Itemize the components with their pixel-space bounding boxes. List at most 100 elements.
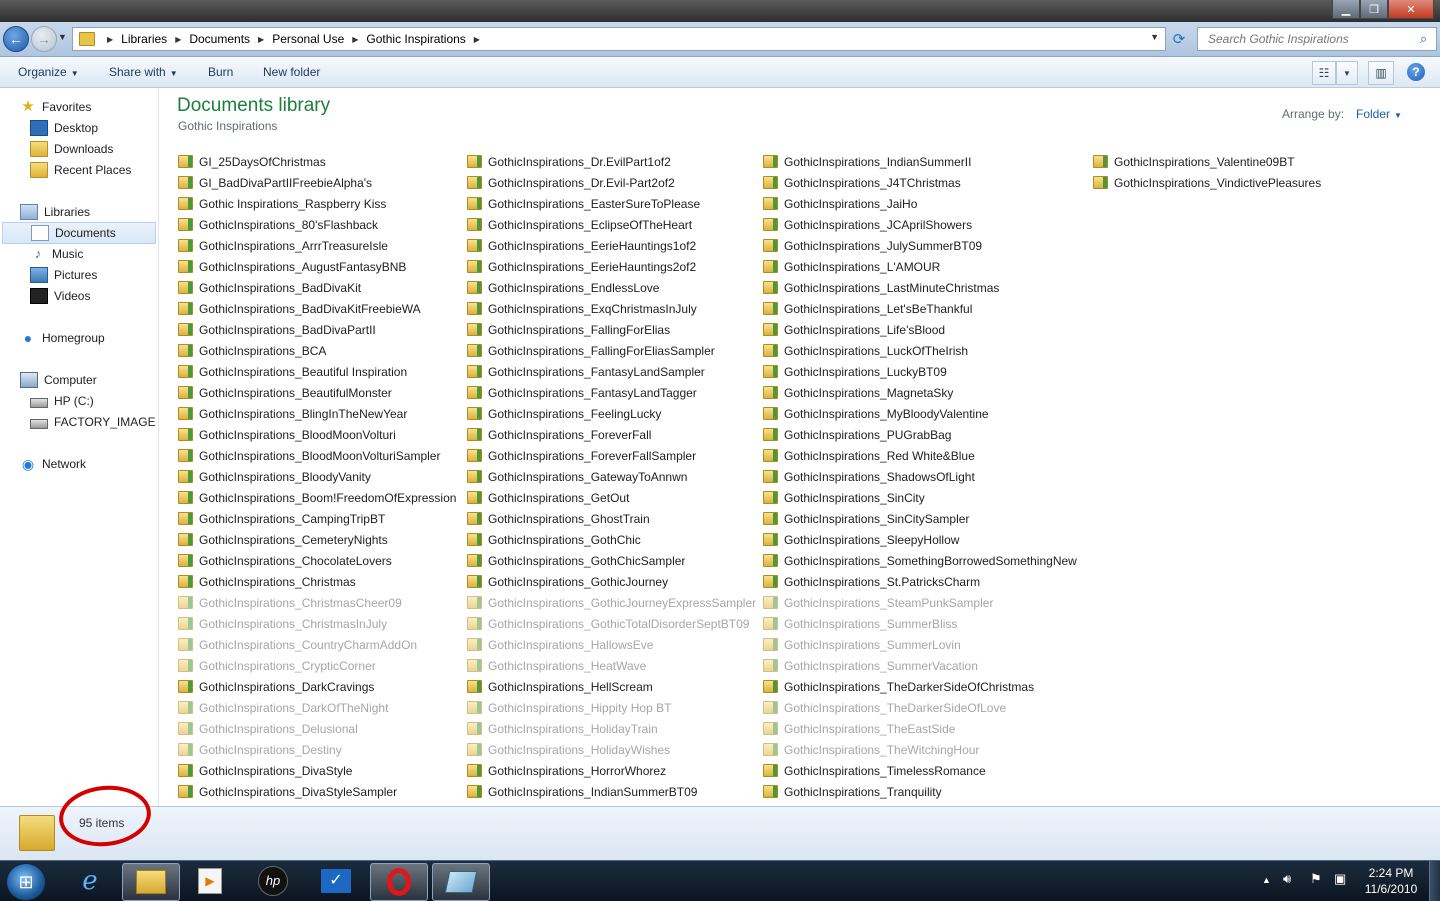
share-with-menu[interactable]: Share with ▼ (109, 65, 178, 79)
folder-item[interactable]: GothicInspirations_BadDivaPartII (178, 319, 456, 340)
nav-factory-image-drive[interactable]: FACTORY_IMAGE (D (30, 412, 172, 432)
breadcrumb-gothic-inspirations[interactable]: Gothic Inspirations (362, 32, 469, 46)
folder-item[interactable]: GothicInspirations_SummerBliss (763, 613, 1077, 634)
nav-libraries[interactable]: Libraries (20, 202, 90, 222)
folder-item[interactable]: GothicInspirations_CrypticCorner (178, 655, 456, 676)
folder-item[interactable]: GI_25DaysOfChristmas (178, 151, 456, 172)
folder-item[interactable]: GothicInspirations_GothicJourneyExpressS… (467, 592, 756, 613)
folder-item[interactable]: GothicInspirations_TimelessRomance (763, 760, 1077, 781)
volume-icon[interactable]: 🔊︎ (1283, 871, 1291, 887)
folder-item[interactable]: GothicInspirations_Life'sBlood (763, 319, 1077, 340)
folder-item[interactable]: GothicInspirations_Christmas (178, 571, 456, 592)
system-clock[interactable]: 2:24 PM 11/6/2010 (1360, 865, 1422, 897)
organize-menu[interactable]: Organize ▼ (18, 65, 79, 79)
folder-item[interactable]: GothicInspirations_80'sFlashback (178, 214, 456, 235)
folder-item[interactable]: GothicInspirations_BadDivaKit (178, 277, 456, 298)
folder-item[interactable]: GothicInspirations_EndlessLove (467, 277, 756, 298)
nav-recent-places[interactable]: Recent Places (30, 160, 131, 180)
start-button[interactable]: ⊞ (6, 863, 46, 901)
folder-item[interactable]: GothicInspirations_ChocolateLovers (178, 550, 456, 571)
burn-button[interactable]: Burn (208, 65, 233, 79)
folder-item[interactable]: GothicInspirations_ShadowsOfLight (763, 466, 1077, 487)
breadcrumb-personal-use[interactable]: Personal Use (268, 32, 348, 46)
folder-item[interactable]: GothicInspirations_BeautifulMonster (178, 382, 456, 403)
folder-item[interactable]: GothicInspirations_ChristmasCheer09 (178, 592, 456, 613)
view-options-dropdown[interactable]: ▼ (1336, 61, 1358, 85)
folder-item[interactable]: GothicInspirations_JaiHo (763, 193, 1077, 214)
folder-item[interactable]: GothicInspirations_ForeverFallSampler (467, 445, 756, 466)
nav-pictures[interactable]: Pictures (30, 265, 97, 285)
chevron-right-icon[interactable]: ▶ (171, 35, 185, 44)
folder-item[interactable]: GothicInspirations_HorrorWhorez (467, 760, 756, 781)
folder-item[interactable]: GothicInspirations_FantasyLandTagger (467, 382, 756, 403)
folder-item[interactable]: GothicInspirations_MyBloodyValentine (763, 403, 1077, 424)
folder-item[interactable]: GothicInspirations_HeatWave (467, 655, 756, 676)
folder-item[interactable]: GothicInspirations_Valentine09BT (1093, 151, 1321, 172)
folder-item[interactable]: GothicInspirations_FantasyLandSampler (467, 361, 756, 382)
nav-homegroup[interactable]: ● Homegroup (20, 328, 105, 348)
folder-item[interactable]: GothicInspirations_J4TChristmas (763, 172, 1077, 193)
internet-explorer-icon[interactable]: e (62, 863, 118, 899)
folder-item[interactable]: GothicInspirations_ForeverFall (467, 424, 756, 445)
folder-item[interactable]: GothicInspirations_FallingForEliasSample… (467, 340, 756, 361)
folder-item[interactable]: GothicInspirations_Dr.EvilPart1of2 (467, 151, 756, 172)
change-view-icon[interactable]: ☷ (1312, 61, 1336, 85)
folder-item[interactable]: GothicInspirations_FallingForElias (467, 319, 756, 340)
chevron-right-icon[interactable]: ▶ (470, 35, 484, 44)
refresh-icon[interactable]: ⟳ (1168, 28, 1190, 50)
folder-item[interactable]: GothicInspirations_JulySummerBT09 (763, 235, 1077, 256)
back-button[interactable]: ← (3, 26, 29, 52)
folder-item[interactable]: GothicInspirations_PUGrabBag (763, 424, 1077, 445)
folder-item[interactable]: GothicInspirations_Tranquility (763, 781, 1077, 802)
folder-item[interactable]: GothicInspirations_CountryCharmAddOn (178, 634, 456, 655)
folder-item[interactable]: GothicInspirations_LuckOfTheIrish (763, 340, 1077, 361)
folder-item[interactable]: GothicInspirations_HallowsEve (467, 634, 756, 655)
folder-item[interactable]: GothicInspirations_St.PatricksCharm (763, 571, 1077, 592)
folder-item[interactable]: GothicInspirations_GothChicSampler (467, 550, 756, 571)
folder-item[interactable]: GothicInspirations_HolidayWishes (467, 739, 756, 760)
windows-explorer-icon[interactable] (122, 863, 180, 901)
folder-item[interactable]: GothicInspirations_BloodMoonVolturiSampl… (178, 445, 456, 466)
nav-computer[interactable]: Computer (20, 370, 97, 390)
folder-item[interactable]: GothicInspirations_LastMinuteChristmas (763, 277, 1077, 298)
recent-pages-dropdown[interactable]: ▼ (58, 32, 67, 42)
folder-item[interactable]: GothicInspirations_ArrrTreasureIsle (178, 235, 456, 256)
folder-item[interactable]: GothicInspirations_ChristmasInJuly (178, 613, 456, 634)
show-hidden-icons-icon[interactable]: ▲ (1262, 875, 1271, 885)
folder-item[interactable]: GothicInspirations_GatewayToAnnwn (467, 466, 756, 487)
folder-item[interactable]: GothicInspirations_SummerLovin (763, 634, 1077, 655)
folder-item[interactable]: GothicInspirations_TheEastSide (763, 718, 1077, 739)
forward-button[interactable]: → (31, 26, 57, 52)
folder-item[interactable]: GothicInspirations_LuckyBT09 (763, 361, 1077, 382)
search-icon[interactable]: ⌕ (1420, 31, 1427, 47)
address-history-dropdown[interactable]: ▼ (1150, 32, 1159, 42)
maximize-button[interactable]: ❐ (1360, 0, 1388, 19)
folder-item[interactable]: GothicInspirations_BloodyVanity (178, 466, 456, 487)
preview-pane-icon[interactable]: ▥ (1368, 61, 1394, 85)
folder-item[interactable]: GothicInspirations_SomethingBorrowedSome… (763, 550, 1077, 571)
nav-desktop[interactable]: Desktop (30, 118, 98, 138)
folder-item[interactable]: GothicInspirations_BadDivaKitFreebieWA (178, 298, 456, 319)
folder-item[interactable]: GothicInspirations_BlingInTheNewYear (178, 403, 456, 424)
breadcrumb-libraries[interactable]: Libraries (117, 32, 171, 46)
chevron-right-icon[interactable]: ▶ (103, 35, 117, 44)
breadcrumb-documents[interactable]: Documents (185, 32, 254, 46)
folder-item[interactable]: GothicInspirations_IndianSummerBT09 (467, 781, 756, 802)
search-box[interactable]: ⌕ (1197, 27, 1437, 51)
folder-item[interactable]: GothicInspirations_HellScream (467, 676, 756, 697)
folder-item[interactable]: GothicInspirations_FeelingLucky (467, 403, 756, 424)
folder-item[interactable]: GothicInspirations_Let'sBeThankful (763, 298, 1077, 319)
arrange-by-dropdown[interactable]: Folder ▼ (1356, 107, 1402, 121)
folder-item[interactable]: GothicInspirations_Red White&Blue (763, 445, 1077, 466)
folder-item[interactable]: GothicInspirations_ExqChristmasInJuly (467, 298, 756, 319)
folder-item[interactable]: GothicInspirations_BCA (178, 340, 456, 361)
folder-item[interactable]: GothicInspirations_Destiny (178, 739, 456, 760)
folder-item[interactable]: GothicInspirations_TheDarkerSideOfChrist… (763, 676, 1077, 697)
show-desktop-button[interactable] (1429, 861, 1440, 901)
folder-item[interactable]: GothicInspirations_EerieHauntings2of2 (467, 256, 756, 277)
folder-item[interactable]: GothicInspirations_GetOut (467, 487, 756, 508)
folder-item[interactable]: GothicInspirations_TheWitchingHour (763, 739, 1077, 760)
folder-item[interactable]: GothicInspirations_DarkOfTheNight (178, 697, 456, 718)
folder-item[interactable]: GothicInspirations_SteamPunkSampler (763, 592, 1077, 613)
hp-icon[interactable]: hp (245, 863, 301, 899)
